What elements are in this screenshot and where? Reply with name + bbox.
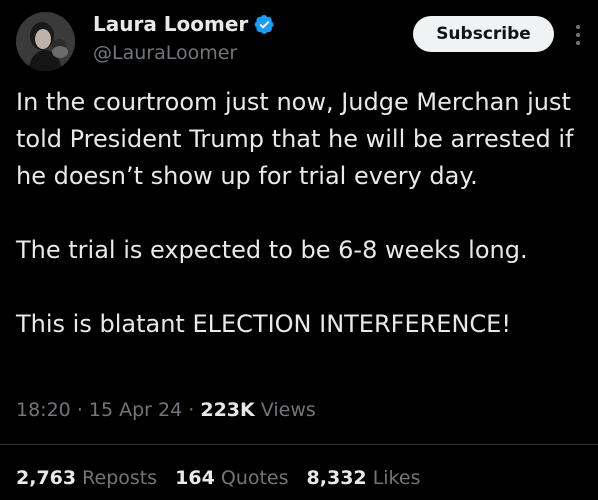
more-vertical-icon[interactable] — [568, 20, 588, 50]
more-dot — [576, 25, 580, 29]
author-handle[interactable]: @LauraLoomer — [93, 40, 237, 66]
profile-photo — [16, 12, 75, 71]
tweet-date[interactable]: 15 Apr 24 — [89, 399, 182, 421]
reposts-stat[interactable]: 2,763 Reposts — [16, 464, 157, 492]
tweet-text: In the courtroom just now, Judge Merchan… — [16, 84, 588, 343]
likes-label: Likes — [372, 467, 421, 489]
tweet-paragraph: In the courtroom just now, Judge Merchan… — [16, 88, 582, 190]
verified-badge-icon — [254, 14, 275, 35]
display-name[interactable]: Laura Loomer — [93, 11, 248, 37]
tweet-stats: 2,763 Reposts 164 Quotes 8,332 Likes — [16, 464, 438, 492]
quotes-label: Quotes — [220, 467, 289, 489]
views-label: Views — [260, 399, 316, 421]
meta-separator: · — [76, 399, 83, 421]
quotes-count: 164 — [175, 467, 215, 489]
likes-count: 8,332 — [306, 467, 367, 489]
quotes-stat[interactable]: 164 Quotes — [175, 464, 288, 492]
more-dot — [576, 33, 580, 37]
avatar[interactable] — [16, 12, 75, 71]
reposts-label: Reposts — [82, 467, 158, 489]
tweet-time[interactable]: 18:20 — [16, 399, 71, 421]
subscribe-button[interactable]: Subscribe — [413, 16, 554, 52]
reposts-count: 2,763 — [16, 467, 77, 489]
likes-stat[interactable]: 8,332 Likes — [307, 464, 421, 492]
more-dot — [576, 41, 580, 45]
tweet-meta: 18:20 · 15 Apr 24 · 223K Views — [16, 396, 316, 424]
meta-separator: · — [188, 399, 195, 421]
views-count: 223K — [200, 399, 255, 421]
author-name-row[interactable]: Laura Loomer — [93, 11, 275, 37]
tweet-paragraph: This is blatant ELECTION INTERFERENCE! — [16, 310, 511, 338]
tweet-paragraph: The trial is expected to be 6-8 weeks lo… — [16, 236, 528, 264]
divider — [0, 444, 598, 445]
